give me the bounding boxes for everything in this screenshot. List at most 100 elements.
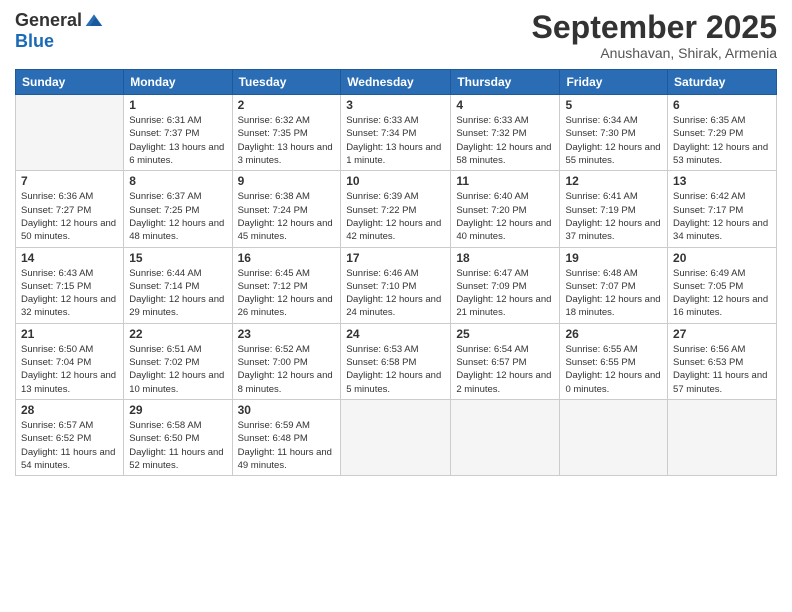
calendar-cell-w3-d4: 17 Sunrise: 6:46 AM Sunset: 7:10 PM Dayli… (341, 247, 451, 323)
day-number: 19 (565, 251, 662, 265)
day-number: 17 (346, 251, 445, 265)
day-number: 7 (21, 174, 118, 188)
calendar-cell-w5-d2: 29 Sunrise: 6:58 AM Sunset: 6:50 PM Dayli… (124, 399, 232, 475)
day-info: Sunrise: 6:42 AM Sunset: 7:17 PM Dayligh… (673, 190, 771, 243)
calendar-cell-w4-d7: 27 Sunrise: 6:56 AM Sunset: 6:53 PM Dayli… (668, 323, 777, 399)
day-info: Sunrise: 6:50 AM Sunset: 7:04 PM Dayligh… (21, 343, 118, 396)
day-number: 14 (21, 251, 118, 265)
day-info: Sunrise: 6:33 AM Sunset: 7:34 PM Dayligh… (346, 114, 445, 167)
header: General Blue September 2025 Anushavan, S… (15, 10, 777, 61)
day-info: Sunrise: 6:39 AM Sunset: 7:22 PM Dayligh… (346, 190, 445, 243)
day-info: Sunrise: 6:58 AM Sunset: 6:50 PM Dayligh… (129, 419, 226, 472)
header-wednesday: Wednesday (341, 70, 451, 95)
day-number: 20 (673, 251, 771, 265)
calendar-cell-w4-d4: 24Sunrise: 6:53 AM Sunset: 6:58 PM Dayli… (341, 323, 451, 399)
week-row-2: 7 Sunrise: 6:36 AM Sunset: 7:27 PM Daylig… (16, 171, 777, 247)
header-tuesday: Tuesday (232, 70, 341, 95)
day-info: Sunrise: 6:54 AM Sunset: 6:57 PM Dayligh… (456, 343, 554, 396)
day-info: Sunrise: 6:49 AM Sunset: 7:05 PM Dayligh… (673, 267, 771, 320)
day-info: Sunrise: 6:48 AM Sunset: 7:07 PM Dayligh… (565, 267, 662, 320)
day-number: 10 (346, 174, 445, 188)
header-saturday: Saturday (668, 70, 777, 95)
day-info: Sunrise: 6:55 AM Sunset: 6:55 PM Dayligh… (565, 343, 662, 396)
day-number: 9 (238, 174, 336, 188)
calendar-cell-w1-d3: 2 Sunrise: 6:32 AM Sunset: 7:35 PM Daylig… (232, 95, 341, 171)
calendar-cell-w4-d1: 21 Sunrise: 6:50 AM Sunset: 7:04 PM Dayli… (16, 323, 124, 399)
day-info: Sunrise: 6:41 AM Sunset: 7:19 PM Dayligh… (565, 190, 662, 243)
week-row-1: 1 Sunrise: 6:31 AM Sunset: 7:37 PM Daylig… (16, 95, 777, 171)
calendar-cell-w5-d4 (341, 399, 451, 475)
calendar-cell-w3-d7: 20 Sunrise: 6:49 AM Sunset: 7:05 PM Dayli… (668, 247, 777, 323)
calendar-cell-w2-d4: 10 Sunrise: 6:39 AM Sunset: 7:22 PM Dayli… (341, 171, 451, 247)
location-subtitle: Anushavan, Shirak, Armenia (532, 45, 777, 61)
calendar-cell-w4-d3: 23 Sunrise: 6:52 AM Sunset: 7:00 PM Dayli… (232, 323, 341, 399)
day-info: Sunrise: 6:47 AM Sunset: 7:09 PM Dayligh… (456, 267, 554, 320)
day-info: Sunrise: 6:40 AM Sunset: 7:20 PM Dayligh… (456, 190, 554, 243)
day-info: Sunrise: 6:51 AM Sunset: 7:02 PM Dayligh… (129, 343, 226, 396)
day-info: Sunrise: 6:44 AM Sunset: 7:14 PM Dayligh… (129, 267, 226, 320)
day-info: Sunrise: 6:52 AM Sunset: 7:00 PM Dayligh… (238, 343, 336, 396)
day-number: 28 (21, 403, 118, 417)
logo-general-text: General (15, 10, 82, 31)
day-number: 18 (456, 251, 554, 265)
day-number: 21 (21, 327, 118, 341)
day-number: 26 (565, 327, 662, 341)
day-number: 8 (129, 174, 226, 188)
calendar-cell-w5-d1: 28 Sunrise: 6:57 AM Sunset: 6:52 PM Dayli… (16, 399, 124, 475)
header-monday: Monday (124, 70, 232, 95)
day-number: 27 (673, 327, 771, 341)
weekday-header-row: Sunday Monday Tuesday Wednesday Thursday… (16, 70, 777, 95)
day-number: 3 (346, 98, 445, 112)
calendar-cell-w3-d2: 15 Sunrise: 6:44 AM Sunset: 7:14 PM Dayli… (124, 247, 232, 323)
day-number: 6 (673, 98, 771, 112)
calendar-cell-w2-d2: 8Sunrise: 6:37 AM Sunset: 7:25 PM Daylig… (124, 171, 232, 247)
day-info: Sunrise: 6:32 AM Sunset: 7:35 PM Dayligh… (238, 114, 336, 167)
calendar-cell-w1-d5: 4Sunrise: 6:33 AM Sunset: 7:32 PM Daylig… (451, 95, 560, 171)
day-info: Sunrise: 6:46 AM Sunset: 7:10 PM Dayligh… (346, 267, 445, 320)
calendar-cell-w5-d5 (451, 399, 560, 475)
day-info: Sunrise: 6:36 AM Sunset: 7:27 PM Dayligh… (21, 190, 118, 243)
calendar-cell-w5-d6 (560, 399, 668, 475)
calendar-cell-w5-d7 (668, 399, 777, 475)
week-row-4: 21 Sunrise: 6:50 AM Sunset: 7:04 PM Dayli… (16, 323, 777, 399)
day-info: Sunrise: 6:59 AM Sunset: 6:48 PM Dayligh… (238, 419, 336, 472)
header-friday: Friday (560, 70, 668, 95)
day-info: Sunrise: 6:31 AM Sunset: 7:37 PM Dayligh… (129, 114, 226, 167)
week-row-3: 14 Sunrise: 6:43 AM Sunset: 7:15 PM Dayli… (16, 247, 777, 323)
day-number: 29 (129, 403, 226, 417)
day-number: 22 (129, 327, 226, 341)
day-number: 2 (238, 98, 336, 112)
day-info: Sunrise: 6:38 AM Sunset: 7:24 PM Dayligh… (238, 190, 336, 243)
day-number: 23 (238, 327, 336, 341)
calendar-cell-w2-d1: 7 Sunrise: 6:36 AM Sunset: 7:27 PM Daylig… (16, 171, 124, 247)
day-number: 4 (456, 98, 554, 112)
calendar-cell-w1-d7: 6Sunrise: 6:35 AM Sunset: 7:29 PM Daylig… (668, 95, 777, 171)
calendar-cell-w3-d1: 14 Sunrise: 6:43 AM Sunset: 7:15 PM Dayli… (16, 247, 124, 323)
day-number: 25 (456, 327, 554, 341)
calendar-cell-w4-d2: 22 Sunrise: 6:51 AM Sunset: 7:02 PM Dayli… (124, 323, 232, 399)
day-info: Sunrise: 6:45 AM Sunset: 7:12 PM Dayligh… (238, 267, 336, 320)
day-info: Sunrise: 6:56 AM Sunset: 6:53 PM Dayligh… (673, 343, 771, 396)
day-info: Sunrise: 6:57 AM Sunset: 6:52 PM Dayligh… (21, 419, 118, 472)
calendar-cell-w1-d2: 1 Sunrise: 6:31 AM Sunset: 7:37 PM Daylig… (124, 95, 232, 171)
calendar-cell-w3-d3: 16 Sunrise: 6:45 AM Sunset: 7:12 PM Dayli… (232, 247, 341, 323)
logo-blue-text: Blue (15, 31, 54, 52)
day-number: 30 (238, 403, 336, 417)
day-info: Sunrise: 6:34 AM Sunset: 7:30 PM Dayligh… (565, 114, 662, 167)
calendar-cell-w4-d6: 26 Sunrise: 6:55 AM Sunset: 6:55 PM Dayli… (560, 323, 668, 399)
calendar-cell-w1-d4: 3 Sunrise: 6:33 AM Sunset: 7:34 PM Daylig… (341, 95, 451, 171)
day-number: 1 (129, 98, 226, 112)
day-number: 13 (673, 174, 771, 188)
calendar-cell-w2-d6: 12Sunrise: 6:41 AM Sunset: 7:19 PM Dayli… (560, 171, 668, 247)
day-info: Sunrise: 6:43 AM Sunset: 7:15 PM Dayligh… (21, 267, 118, 320)
week-row-5: 28 Sunrise: 6:57 AM Sunset: 6:52 PM Dayli… (16, 399, 777, 475)
logo: General Blue (15, 10, 104, 52)
calendar-cell-w4-d5: 25 Sunrise: 6:54 AM Sunset: 6:57 PM Dayli… (451, 323, 560, 399)
day-number: 24 (346, 327, 445, 341)
header-thursday: Thursday (451, 70, 560, 95)
day-number: 16 (238, 251, 336, 265)
day-number: 15 (129, 251, 226, 265)
calendar-cell-w2-d7: 13 Sunrise: 6:42 AM Sunset: 7:17 PM Dayli… (668, 171, 777, 247)
logo-icon (84, 11, 104, 31)
page: General Blue September 2025 Anushavan, S… (0, 0, 792, 612)
